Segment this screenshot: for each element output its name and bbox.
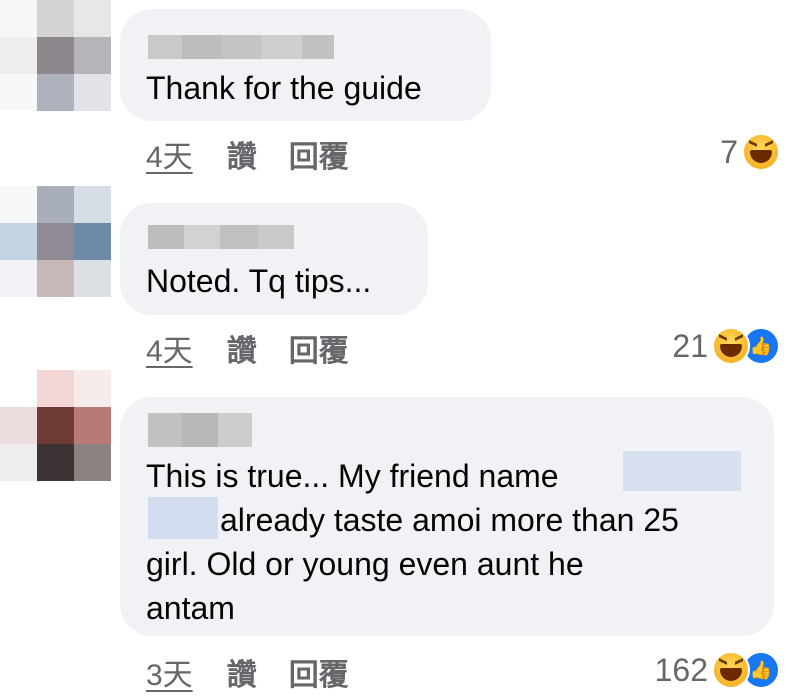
comment-text-line: antam: [146, 590, 235, 626]
reply-button[interactable]: 回覆: [289, 132, 349, 174]
comment-text-line: This is true... My friend name: [146, 458, 559, 494]
reaction-summary[interactable]: 21 👍: [620, 326, 780, 366]
reaction-count: 21: [672, 327, 708, 364]
reply-button[interactable]: 回覆: [289, 326, 349, 368]
reaction-count: 162: [654, 651, 708, 688]
comment-text-line: girl. Old or young even aunt he: [146, 546, 584, 582]
like-button[interactable]: 讚: [227, 650, 257, 692]
reaction-summary[interactable]: 7: [640, 132, 780, 172]
like-button[interactable]: 讚: [227, 132, 257, 174]
author-name[interactable]: [148, 225, 294, 249]
comment-text: Thank for the guide: [146, 70, 422, 106]
haha-icon: [742, 133, 780, 171]
reaction-summary[interactable]: 162 👍: [600, 650, 780, 690]
avatar[interactable]: [0, 186, 112, 298]
redacted-name: [623, 451, 741, 491]
avatar[interactable]: [0, 370, 112, 482]
reply-button[interactable]: 回覆: [289, 650, 349, 692]
timestamp-link[interactable]: 4天: [146, 326, 193, 368]
comment-text-line: already taste amoi more than 25: [220, 502, 679, 538]
author-name[interactable]: [148, 413, 252, 447]
comment-bubble: This is true... My friend name already t…: [120, 397, 774, 636]
avatar[interactable]: [0, 0, 112, 112]
comment-bubble: Noted. Tq tips...: [120, 203, 428, 315]
redacted-name: [148, 497, 218, 539]
haha-icon: [712, 327, 750, 365]
haha-icon: [712, 651, 750, 689]
comment-text: Noted. Tq tips...: [146, 263, 372, 299]
timestamp-link[interactable]: 4天: [146, 132, 193, 174]
author-name[interactable]: [148, 35, 334, 59]
reaction-count: 7: [720, 133, 738, 170]
timestamp-link[interactable]: 3天: [146, 650, 193, 692]
comment-bubble: Thank for the guide: [120, 9, 491, 121]
like-button[interactable]: 讚: [227, 326, 257, 368]
